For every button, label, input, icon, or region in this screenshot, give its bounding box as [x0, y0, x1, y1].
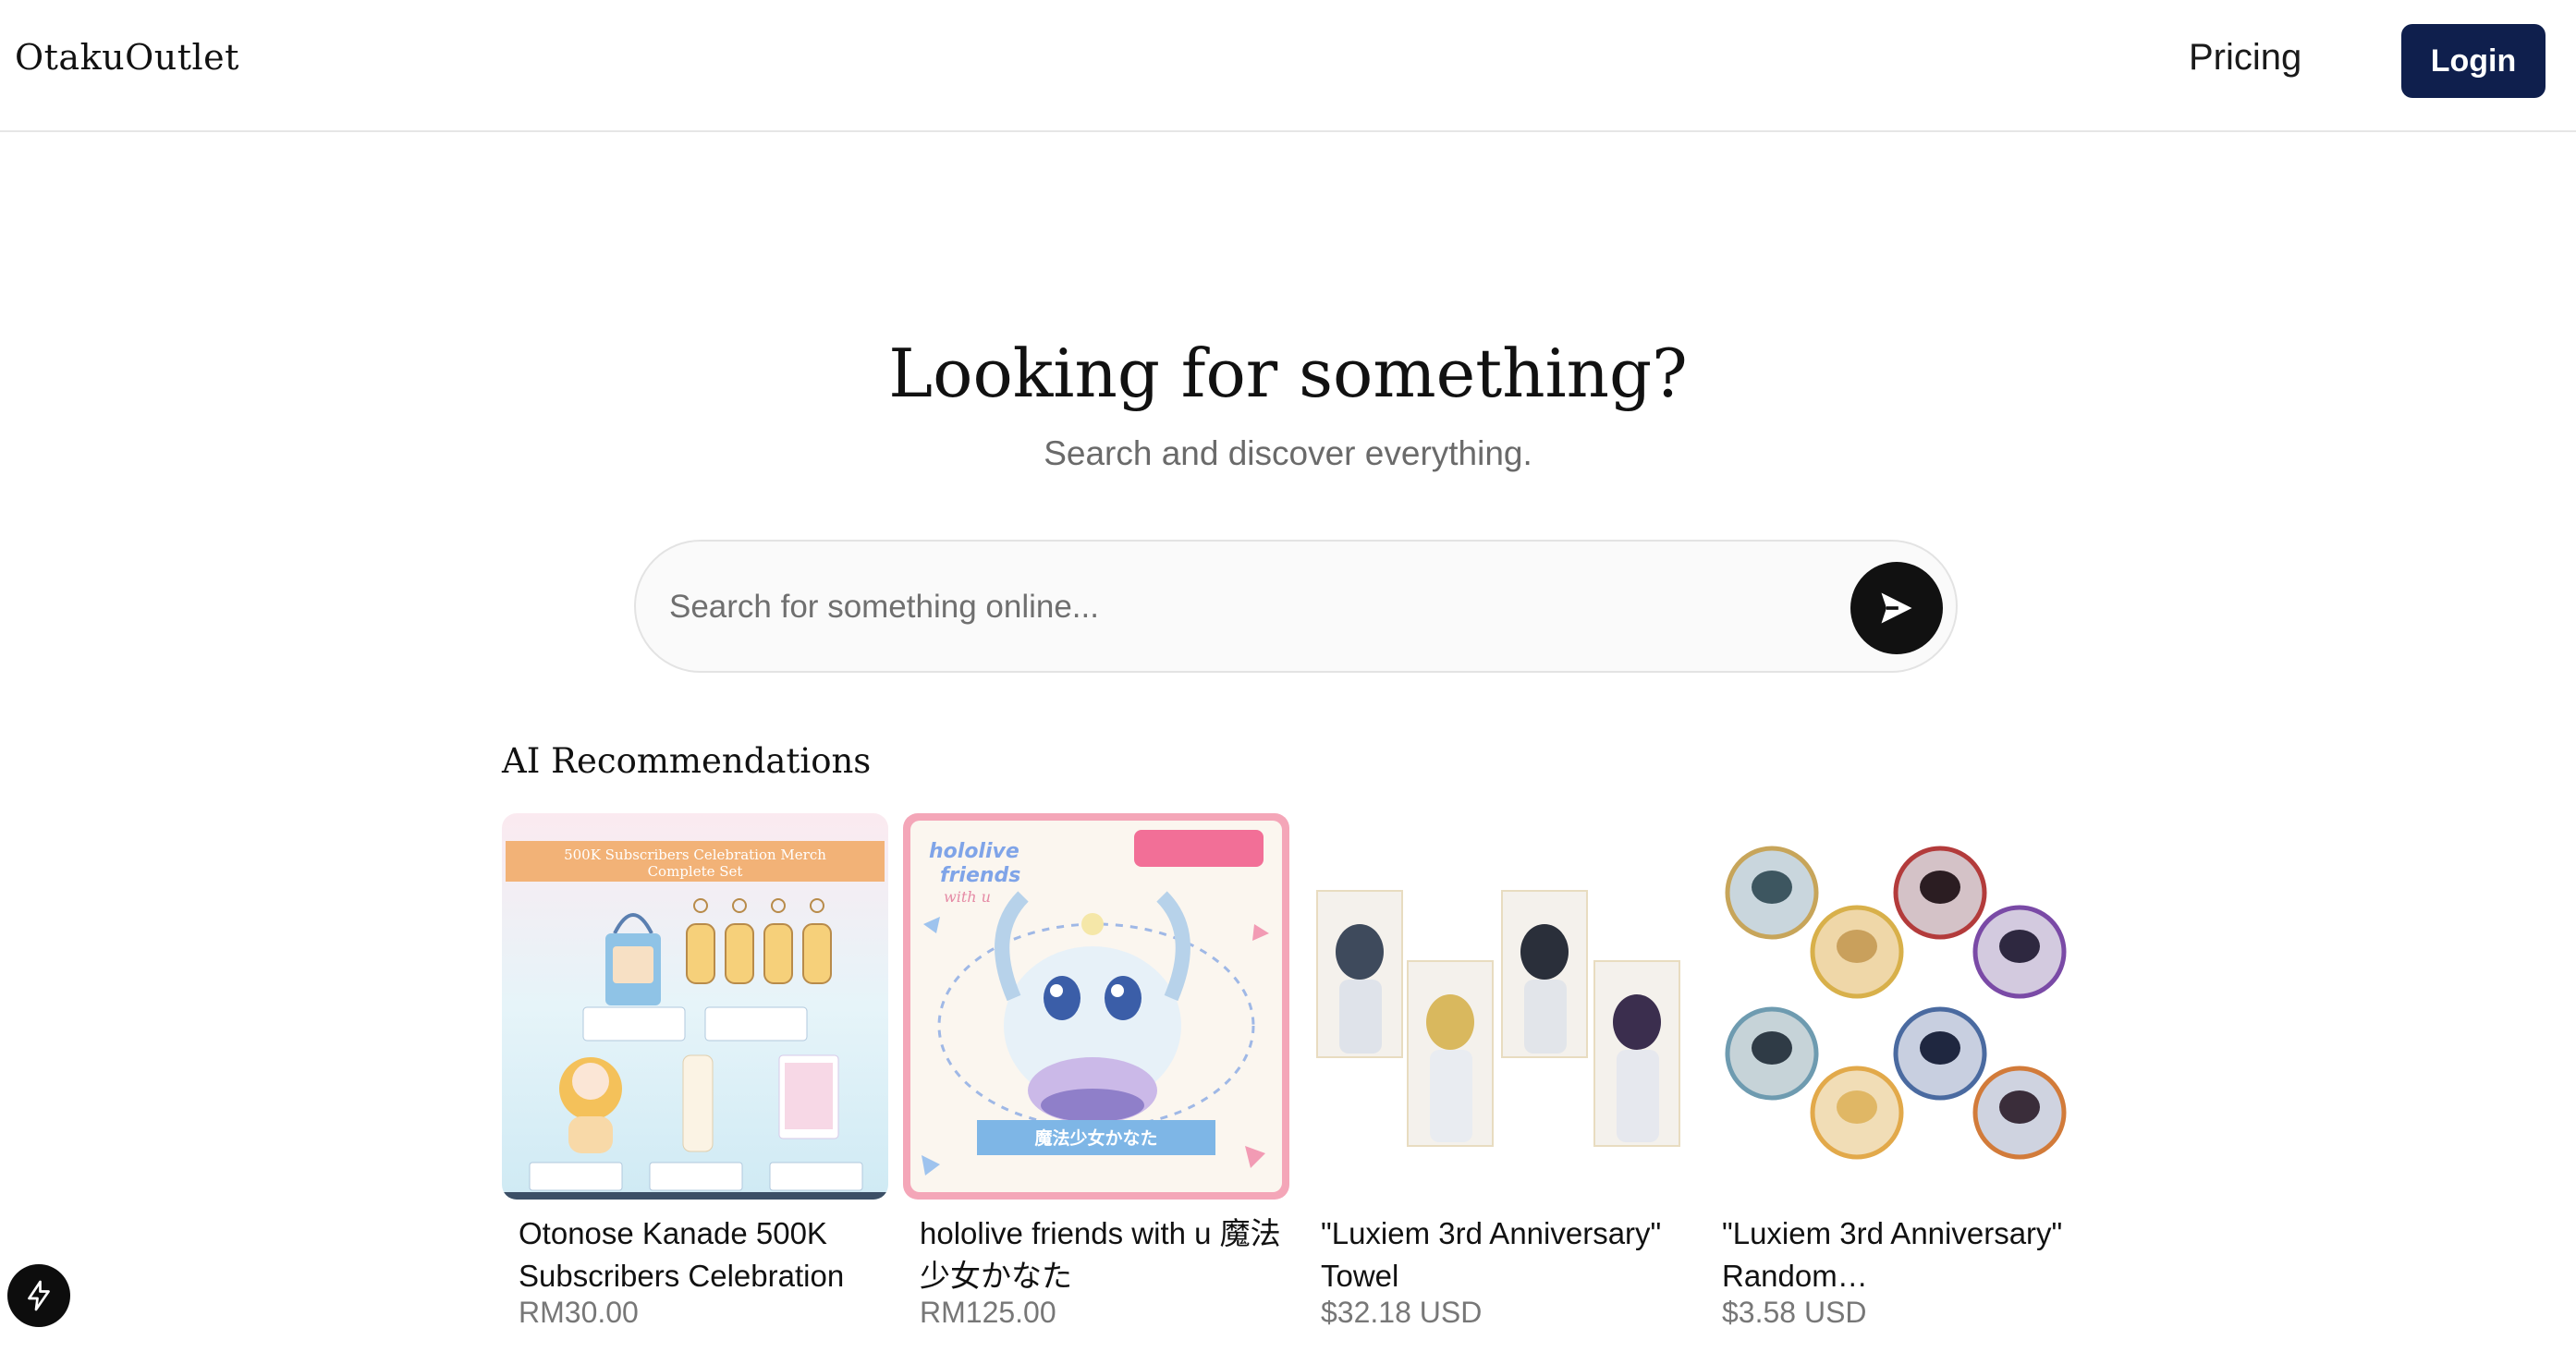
- product-image: hololive friends with u 魔法少女かなた: [903, 813, 1289, 1200]
- product-card[interactable]: 500K Subscribers Celebration Merch Compl…: [502, 813, 888, 1352]
- lightning-icon: [28, 1280, 50, 1311]
- recommendations-heading: AI Recommendations: [502, 741, 872, 781]
- top-nav-bar: OtakuOutlet Pricing Login: [0, 0, 2576, 132]
- svg-text:friends: friends: [940, 864, 1020, 887]
- product-price: $32.18 USD: [1321, 1296, 1483, 1329]
- product-title[interactable]: "Luxiem 3rd Anniversary" Towel: [1321, 1212, 1691, 1297]
- nav-link-pricing[interactable]: Pricing: [2189, 37, 2301, 79]
- quick-action-button[interactable]: [7, 1264, 70, 1327]
- product-title[interactable]: Otonose Kanade 500K Subscribers Celebrat…: [519, 1212, 888, 1297]
- banner-line1: 500K Subscribers Celebration Merch: [564, 847, 826, 863]
- product-price: $3.58 USD: [1722, 1296, 1867, 1329]
- send-icon: [1881, 592, 1912, 624]
- product-image: [1304, 813, 1691, 1200]
- search-input[interactable]: [669, 577, 1778, 638]
- product-price: RM125.00: [920, 1296, 1056, 1329]
- search-submit-button[interactable]: [1850, 562, 1943, 654]
- product-image: [1705, 813, 2092, 1200]
- page-title: Looking for something?: [888, 335, 1688, 412]
- product-title[interactable]: "Luxiem 3rd Anniversary" Random…: [1722, 1212, 2092, 1297]
- login-button[interactable]: Login: [2401, 24, 2545, 98]
- product-card[interactable]: hololive friends with u 魔法少女かなた hololive…: [903, 813, 1289, 1352]
- ribbon-text: 魔法少女かなた: [1034, 1127, 1157, 1149]
- product-card[interactable]: "Luxiem 3rd Anniversary" Towel $32.18 US…: [1304, 813, 1691, 1352]
- site-logo[interactable]: OtakuOutlet: [15, 37, 239, 78]
- product-card[interactable]: "Luxiem 3rd Anniversary" Random… $3.58 U…: [1705, 813, 2092, 1352]
- product-price: RM30.00: [519, 1296, 639, 1329]
- product-image: 500K Subscribers Celebration Merch Compl…: [502, 813, 888, 1200]
- svg-text:with u: with u: [944, 888, 991, 906]
- search-bar: [634, 540, 1958, 673]
- page-subtitle: Search and discover everything.: [1044, 434, 1532, 472]
- product-title[interactable]: hololive friends with u 魔法少女かなた: [920, 1212, 1289, 1297]
- brand-text: hololive: [929, 840, 1019, 863]
- svg-text:Complete Set: Complete Set: [648, 863, 743, 880]
